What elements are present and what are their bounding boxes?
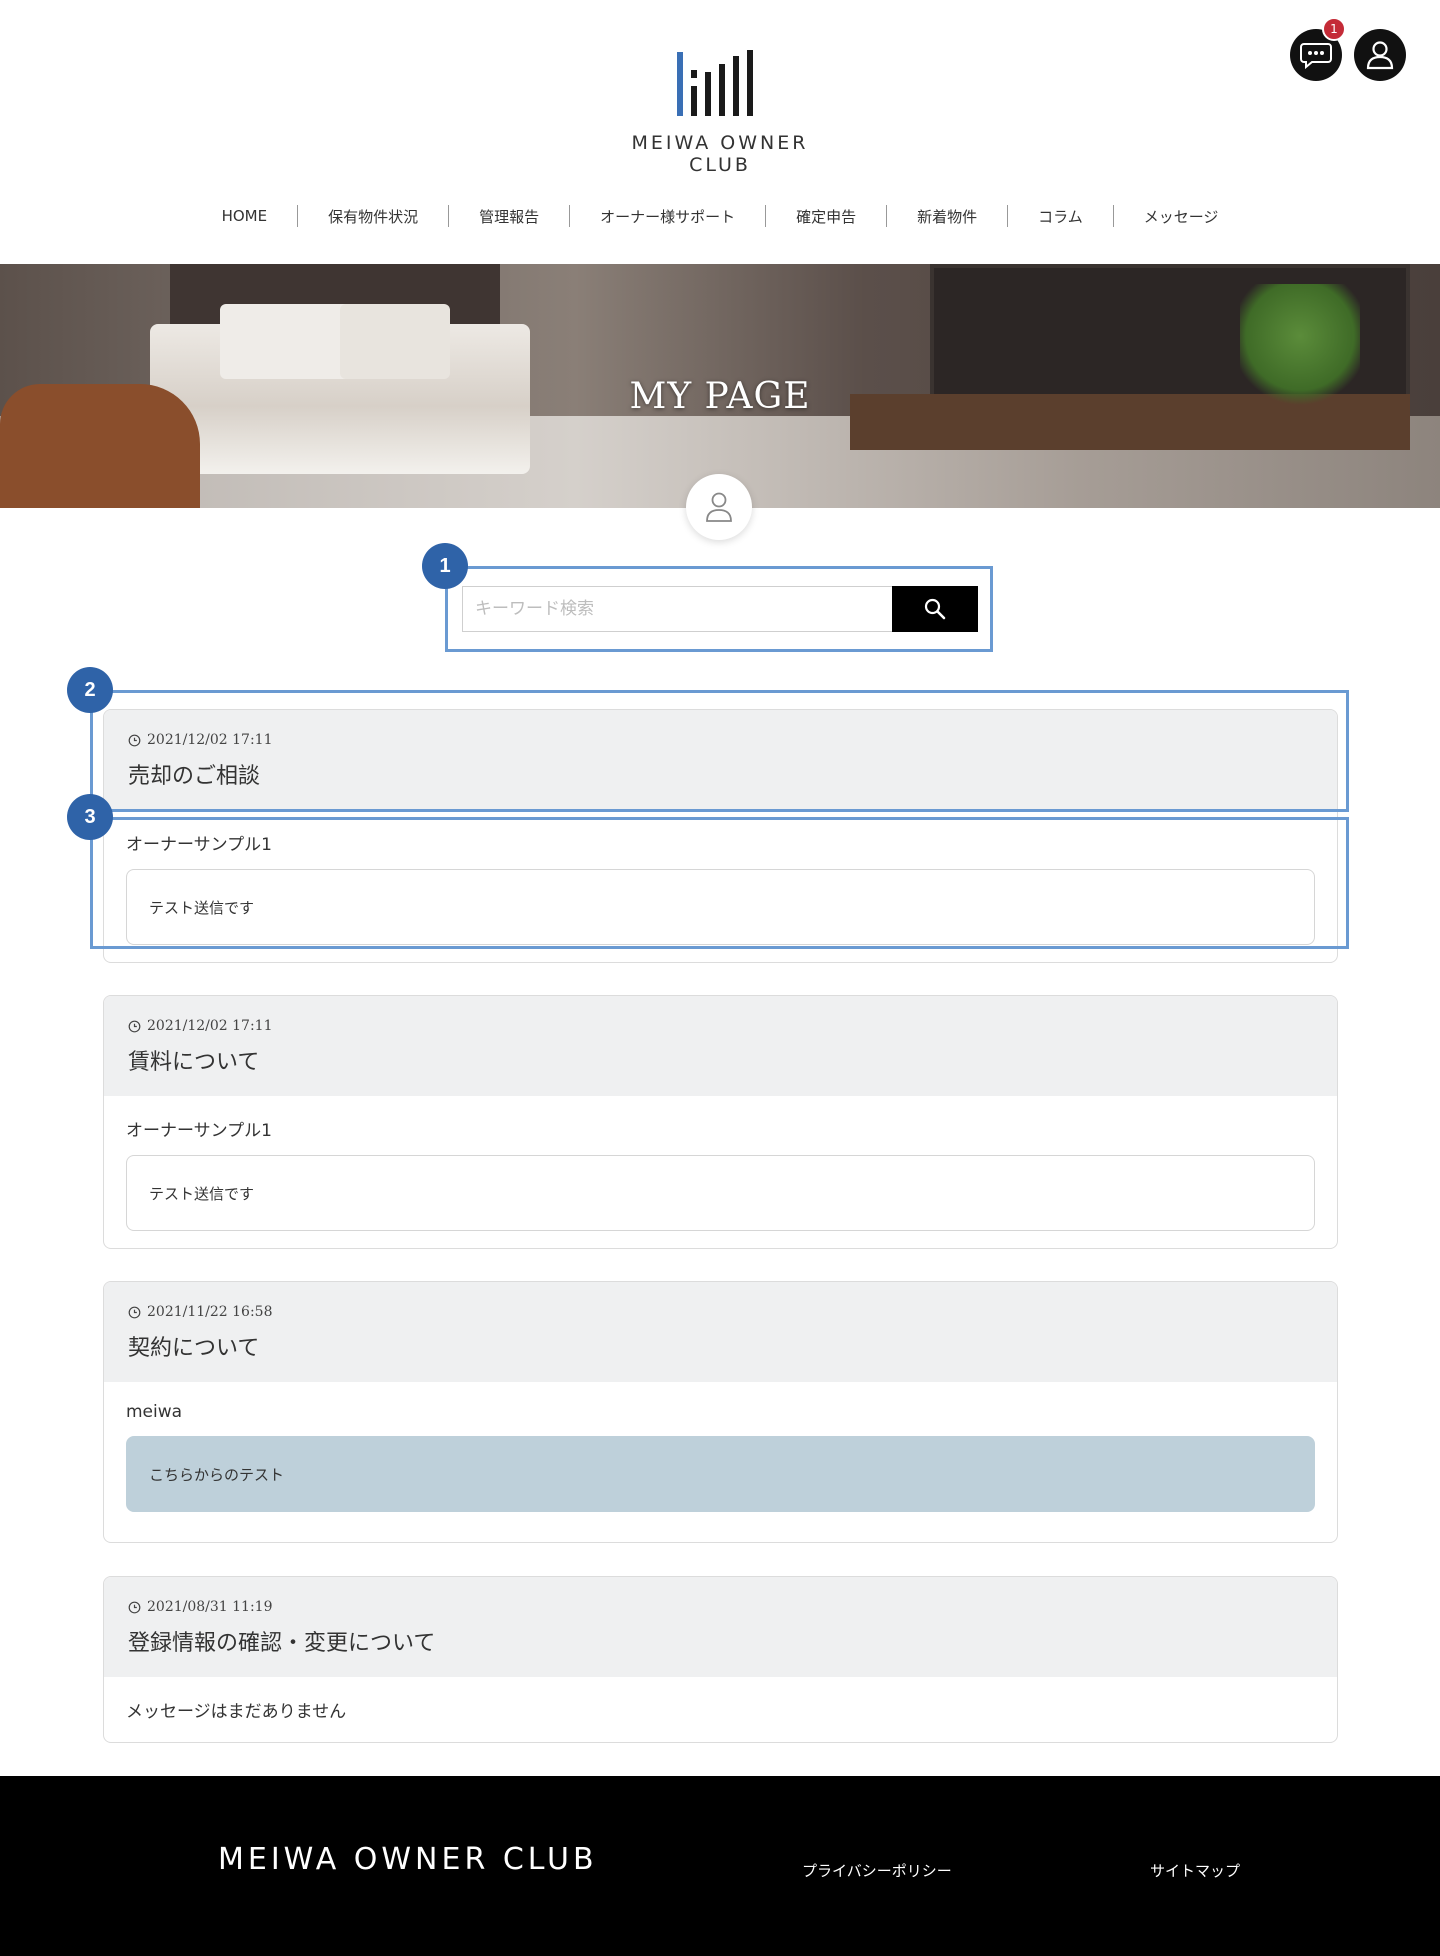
thread-body: meiwa こちらからのテスト (104, 1382, 1337, 1534)
annotation-marker: 1 (422, 543, 468, 589)
annotation-marker: 2 (67, 667, 113, 713)
site-logo[interactable]: MEIWA OWNER CLUB (600, 42, 840, 176)
nav-messages[interactable]: メッセージ (1114, 206, 1249, 227)
page-title: MY PAGE (629, 376, 811, 417)
thread-header[interactable]: 2021/11/22 16:58 契約について (104, 1282, 1337, 1382)
thread-title: 賃料について (128, 1050, 260, 1075)
message-sender: オーナーサンプル1 (126, 1121, 272, 1141)
thread-date: 2021/12/02 17:11 (128, 1018, 1313, 1034)
nav-home[interactable]: HOME (192, 207, 298, 225)
message-thread[interactable]: 2021/08/31 11:19 登録情報の確認・変更について メッセージはまだ… (103, 1576, 1338, 1743)
chat-icon (1300, 43, 1332, 69)
clock-icon (128, 1306, 141, 1318)
avatar-icon (706, 492, 732, 522)
clock-icon (128, 1020, 141, 1032)
footer: MEIWA OWNER CLUB プライバシーポリシー サイトマップ (0, 1776, 1440, 1956)
thread-header[interactable]: 2021/12/02 17:11 賃料について (104, 996, 1337, 1096)
annotation-box-thread-header (90, 690, 1349, 812)
thread-body: オーナーサンプル1 テスト送信です (104, 1096, 1337, 1248)
messages-button[interactable]: 1 (1290, 17, 1346, 81)
annotation-marker: 3 (67, 794, 113, 840)
empty-message: メッセージはまだありません (126, 1702, 347, 1722)
thread-date: 2021/08/31 11:19 (128, 1599, 1313, 1615)
thread-title: 契約について (128, 1336, 260, 1361)
footer-link-privacy[interactable]: プライバシーポリシー (802, 1860, 952, 1881)
message-bubble: テスト送信です (126, 1155, 1315, 1231)
avatar (686, 474, 752, 540)
main-nav: HOME 保有物件状況 管理報告 オーナー様サポート 確定申告 新着物件 コラム… (0, 205, 1440, 227)
footer-logo[interactable]: MEIWA OWNER CLUB (218, 1842, 598, 1877)
nav-new-properties[interactable]: 新着物件 (887, 206, 1007, 227)
message-thread[interactable]: 2021/12/02 17:11 賃料について オーナーサンプル1 テスト送信で… (103, 995, 1338, 1249)
message-sender: meiwa (126, 1402, 183, 1422)
footer-link-sitemap[interactable]: サイトマップ (1150, 1860, 1240, 1881)
logo-mark (675, 42, 765, 116)
notification-badge: 1 (1322, 17, 1346, 41)
nav-column[interactable]: コラム (1008, 206, 1113, 227)
annotation-box-thread-message (90, 817, 1349, 949)
nav-properties[interactable]: 保有物件状況 (298, 206, 448, 227)
clock-icon (128, 1601, 141, 1613)
thread-header[interactable]: 2021/08/31 11:19 登録情報の確認・変更について (104, 1577, 1337, 1677)
message-thread[interactable]: 2021/11/22 16:58 契約について meiwa こちらからのテスト (103, 1281, 1338, 1543)
account-button[interactable] (1354, 29, 1406, 81)
annotation-box-search (445, 566, 993, 652)
logo-text: MEIWA OWNER CLUB (631, 132, 809, 176)
thread-body: メッセージはまだありません (104, 1677, 1337, 1742)
thread-date: 2021/11/22 16:58 (128, 1304, 1313, 1320)
thread-title: 登録情報の確認・変更について (128, 1631, 436, 1656)
hero-banner: MY PAGE (0, 264, 1440, 508)
nav-tax-return[interactable]: 確定申告 (766, 206, 886, 227)
reply-bubble: こちらからのテスト (126, 1436, 1315, 1512)
user-icon (1366, 41, 1394, 70)
nav-owner-support[interactable]: オーナー様サポート (570, 206, 765, 227)
nav-management-report[interactable]: 管理報告 (449, 206, 569, 227)
